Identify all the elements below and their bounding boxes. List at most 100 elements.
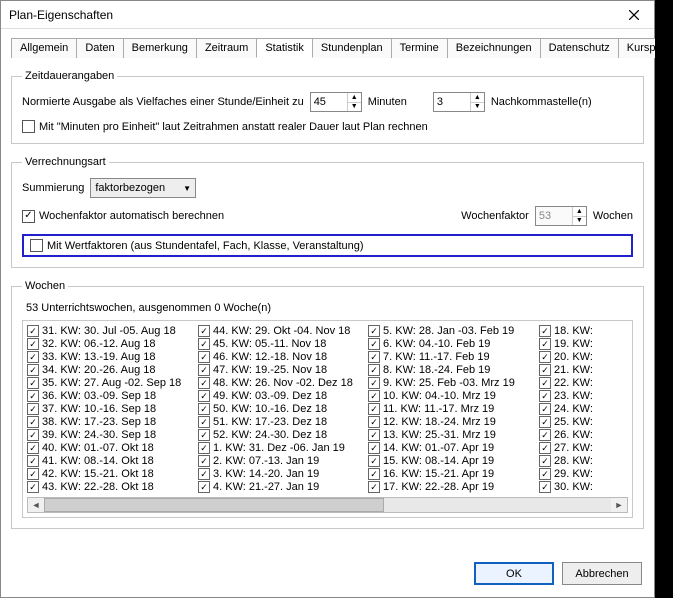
checkbox-box-icon [27,390,39,402]
week-item[interactable]: 22. KW: [539,377,604,389]
scroll-thumb[interactable] [44,498,384,512]
checkbox-box-icon [22,120,35,133]
checkbox-box-icon [27,481,39,493]
ok-button[interactable]: OK [474,562,554,585]
tab-bezeichnungen[interactable]: Bezeichnungen [447,38,541,58]
week-item[interactable]: 31. KW: 30. Jul -05. Aug 18 [27,325,192,337]
week-item[interactable]: 16. KW: 15.-21. Apr 19 [368,468,533,480]
week-item[interactable]: 3. KW: 14.-20. Jan 19 [198,468,362,480]
week-item[interactable]: 13. KW: 25.-31. Mrz 19 [368,429,533,441]
week-item[interactable]: 46. KW: 12.-18. Nov 18 [198,351,362,363]
checkbox-wertfaktoren[interactable]: Mit Wertfaktoren (aus Stundentafel, Fach… [30,239,364,252]
week-item[interactable]: 11. KW: 11.-17. Mrz 19 [368,403,533,415]
checkbox-wochenfaktor-auto[interactable]: Wochenfaktor automatisch berechnen [22,210,224,223]
week-item[interactable]: 24. KW: [539,403,604,415]
week-item[interactable]: 8. KW: 18.-24. Feb 19 [368,364,533,376]
week-item[interactable]: 50. KW: 10.-16. Dez 18 [198,403,362,415]
tab-termine[interactable]: Termine [391,38,448,58]
week-item[interactable]: 14. KW: 01.-07. Apr 19 [368,442,533,454]
chevron-down-icon[interactable]: ▼ [348,103,361,112]
chevron-up-icon[interactable]: ▲ [348,93,361,103]
week-item[interactable]: 40. KW: 01.-07. Okt 18 [27,442,192,454]
week-item[interactable]: 27. KW: [539,442,604,454]
chevron-up-icon[interactable]: ▲ [471,93,484,103]
checkbox-box-icon [368,390,380,402]
cancel-button[interactable]: Abbrechen [562,562,642,585]
checkbox-box-icon [27,429,39,441]
scroll-track[interactable] [44,498,611,512]
week-item[interactable]: 44. KW: 29. Okt -04. Nov 18 [198,325,362,337]
week-item[interactable]: 35. KW: 27. Aug -02. Sep 18 [27,377,192,389]
week-item[interactable]: 25. KW: [539,416,604,428]
close-button[interactable] [614,1,654,29]
week-item-label: 19. KW: [554,338,593,350]
scroll-left-icon[interactable]: ◄ [28,498,44,512]
week-item[interactable]: 18. KW: [539,325,604,337]
checkbox-min-pro-einheit[interactable]: Mit "Minuten pro Einheit" laut Zeitrahme… [22,120,428,133]
week-item[interactable]: 48. KW: 26. Nov -02. Dez 18 [198,377,362,389]
week-item[interactable]: 43. KW: 22.-28. Okt 18 [27,481,192,493]
spinner-nachkomma[interactable]: ▲▼ [433,92,485,112]
group-verrechnung: Verrechnungsart Summierung faktorbezogen… [11,156,644,268]
week-item[interactable]: 17. KW: 22.-28. Apr 19 [368,481,533,493]
week-item[interactable]: 19. KW: [539,338,604,350]
spinner-minuten[interactable]: ▲▼ [310,92,362,112]
checkbox-box-icon [27,403,39,415]
week-item-label: 8. KW: 18.-24. Feb 19 [383,364,490,376]
week-item[interactable]: 45. KW: 05.-11. Nov 18 [198,338,362,350]
week-item[interactable]: 7. KW: 11.-17. Feb 19 [368,351,533,363]
checkbox-box-icon [27,351,39,363]
input-minuten[interactable] [311,93,347,111]
chevron-down-icon[interactable]: ▼ [471,103,484,112]
week-item[interactable]: 1. KW: 31. Dez -06. Jan 19 [198,442,362,454]
tab-statistik[interactable]: Statistik [256,38,313,58]
week-item[interactable]: 21. KW: [539,364,604,376]
week-item[interactable]: 29. KW: [539,468,604,480]
scroll-right-icon[interactable]: ► [611,498,627,512]
week-item-label: 13. KW: 25.-31. Mrz 19 [383,429,496,441]
checkbox-box-icon [198,481,210,493]
week-item-label: 17. KW: 22.-28. Apr 19 [383,481,494,493]
combo-summierung[interactable]: faktorbezogen ▼ [90,178,196,198]
week-item[interactable]: 23. KW: [539,390,604,402]
tab-allgemein[interactable]: Allgemein [11,38,77,58]
week-item-label: 27. KW: [554,442,593,454]
week-item[interactable]: 15. KW: 08.-14. Apr 19 [368,455,533,467]
tab-bar: AllgemeinDatenBemerkungZeitraumStatistik… [11,37,644,58]
week-item[interactable]: 28. KW: [539,455,604,467]
week-item[interactable]: 32. KW: 06.-12. Aug 18 [27,338,192,350]
week-item[interactable]: 36. KW: 03.-09. Sep 18 [27,390,192,402]
week-item[interactable]: 42. KW: 15.-21. Okt 18 [27,468,192,480]
week-item[interactable]: 4. KW: 21.-27. Jan 19 [198,481,362,493]
week-item[interactable]: 9. KW: 25. Feb -03. Mrz 19 [368,377,533,389]
week-item[interactable]: 47. KW: 19.-25. Nov 18 [198,364,362,376]
tab-bemerkung[interactable]: Bemerkung [123,38,197,58]
week-item[interactable]: 49. KW: 03.-09. Dez 18 [198,390,362,402]
week-item[interactable]: 39. KW: 24.-30. Sep 18 [27,429,192,441]
chevron-up-icon: ▲ [573,207,586,217]
week-item[interactable]: 30. KW: [539,481,604,493]
week-item-label: 47. KW: 19.-25. Nov 18 [213,364,327,376]
tab-daten[interactable]: Daten [76,38,123,58]
week-item[interactable]: 20. KW: [539,351,604,363]
tab-zeitraum[interactable]: Zeitraum [196,38,257,58]
tab-datenschutz[interactable]: Datenschutz [540,38,619,58]
week-item-label: 49. KW: 03.-09. Dez 18 [213,390,327,402]
week-item[interactable]: 5. KW: 28. Jan -03. Feb 19 [368,325,533,337]
week-item[interactable]: 41. KW: 08.-14. Okt 18 [27,455,192,467]
week-item[interactable]: 6. KW: 04.-10. Feb 19 [368,338,533,350]
week-item[interactable]: 10. KW: 04.-10. Mrz 19 [368,390,533,402]
tab-stundenplan[interactable]: Stundenplan [312,38,392,58]
week-item[interactable]: 34. KW: 20.-26. Aug 18 [27,364,192,376]
week-item[interactable]: 26. KW: [539,429,604,441]
week-item[interactable]: 51. KW: 17.-23. Dez 18 [198,416,362,428]
scrollbar-horizontal[interactable]: ◄ ► [27,497,628,513]
week-item[interactable]: 2. KW: 07.-13. Jan 19 [198,455,362,467]
week-item[interactable]: 37. KW: 10.-16. Sep 18 [27,403,192,415]
week-item-label: 14. KW: 01.-07. Apr 19 [383,442,494,454]
week-item[interactable]: 33. KW: 13.-19. Aug 18 [27,351,192,363]
input-nachkomma[interactable] [434,93,470,111]
week-item[interactable]: 52. KW: 24.-30. Dez 18 [198,429,362,441]
week-item[interactable]: 38. KW: 17.-23. Sep 18 [27,416,192,428]
week-item[interactable]: 12. KW: 18.-24. Mrz 19 [368,416,533,428]
